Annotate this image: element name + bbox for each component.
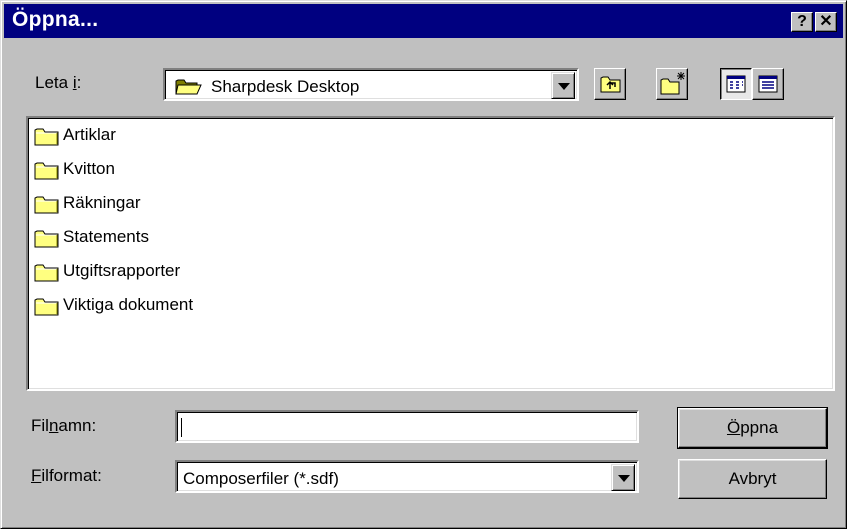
look-in-dropdown-button[interactable] <box>551 72 575 99</box>
folder-icon <box>34 162 59 180</box>
open-button[interactable]: Öppna <box>677 407 828 449</box>
list-item-label: Räkningar <box>63 193 141 212</box>
details-view-button[interactable] <box>752 68 784 100</box>
details-view-icon <box>758 75 778 93</box>
window-title: Öppna... <box>12 8 99 31</box>
list-item-label: Kvitton <box>63 159 115 178</box>
open-dialog: Öppna... ? ✕ Leta i: Sharpdesk Desktop A… <box>0 0 847 529</box>
list-item-label: Statements <box>63 227 149 246</box>
look-in-value: Sharpdesk Desktop <box>211 77 360 96</box>
list-item-label: Viktiga dokument <box>63 295 194 314</box>
up-one-level-button[interactable] <box>594 68 626 100</box>
new-folder-button[interactable] <box>656 68 688 100</box>
filetype-value: Composerfiler (*.sdf) <box>183 469 339 488</box>
filename-label: Filnamn: <box>31 416 97 435</box>
filename-input[interactable] <box>175 410 639 443</box>
list-view-icon <box>726 75 746 93</box>
list-view-button[interactable] <box>720 68 752 100</box>
folder-icon <box>34 196 59 214</box>
folder-icon <box>34 230 59 248</box>
folder-icon <box>34 298 59 316</box>
folder-icon <box>34 264 59 282</box>
up-folder-icon <box>600 76 621 93</box>
filetype-dropdown-button[interactable] <box>611 464 635 491</box>
chevron-down-icon <box>558 83 570 90</box>
list-item-label: Artiklar <box>63 125 116 144</box>
look-in-combo[interactable]: Sharpdesk Desktop <box>163 68 579 101</box>
text-caret <box>181 418 182 437</box>
help-button[interactable]: ? <box>791 12 813 32</box>
chevron-down-icon <box>618 475 630 482</box>
title-bar[interactable]: Öppna... ? ✕ <box>4 4 843 38</box>
look-in-label: Leta i: <box>35 73 82 92</box>
folder-open-icon <box>175 77 203 101</box>
new-folder-icon <box>660 72 685 95</box>
file-list[interactable]: Artiklar Kvitton Räkningar Statements Utgift… <box>26 116 835 391</box>
close-button[interactable]: ✕ <box>815 12 837 32</box>
list-item-label: Utgiftsrapporter <box>63 261 181 280</box>
filetype-combo[interactable]: Composerfiler (*.sdf) <box>175 460 639 493</box>
folder-icon <box>34 128 59 146</box>
filetype-label: Filformat: <box>31 466 102 485</box>
cancel-button[interactable]: Avbryt <box>678 459 827 499</box>
